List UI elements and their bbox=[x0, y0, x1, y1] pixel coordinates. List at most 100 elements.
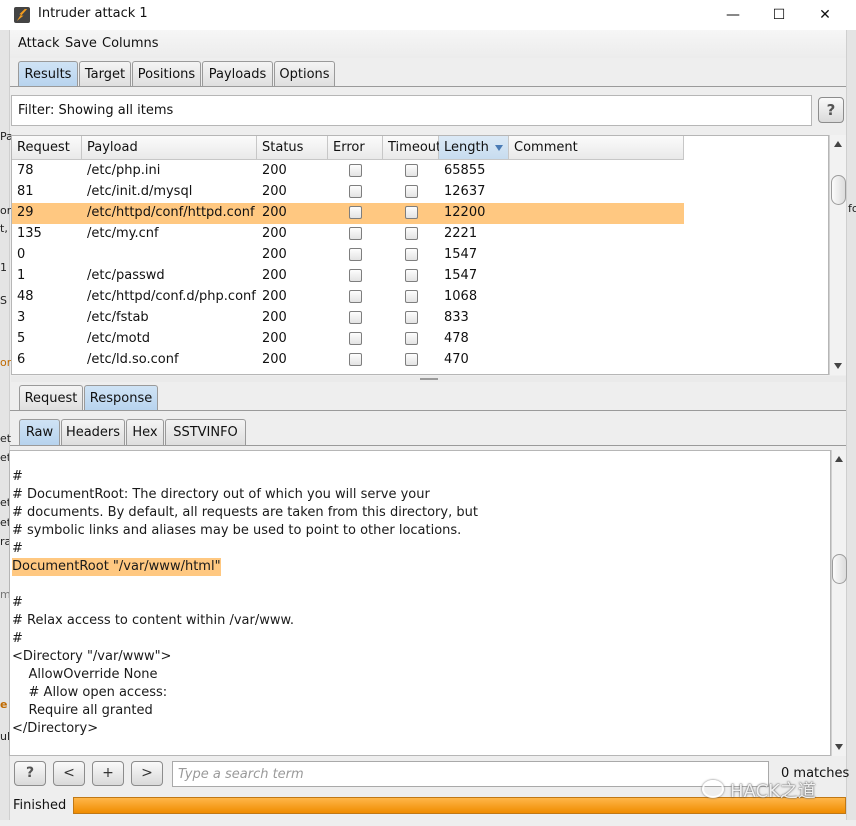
timeout-checkbox bbox=[405, 332, 418, 345]
column-header-request[interactable]: Request bbox=[12, 136, 82, 160]
table-row[interactable]: 48/etc/httpd/conf.d/php.conf 200 1068 bbox=[12, 287, 684, 308]
tab-label: Raw bbox=[25, 425, 54, 440]
scroll-down-icon[interactable] bbox=[834, 363, 842, 369]
cell-status: 200 bbox=[262, 226, 287, 241]
background-text: t, bbox=[0, 222, 8, 235]
column-header-error[interactable]: Error bbox=[328, 136, 383, 160]
title-bar: Intruder attack 1 — ☐ ✕ bbox=[0, 0, 856, 30]
tab-response[interactable]: Response bbox=[84, 385, 158, 411]
search-next-button[interactable]: > bbox=[131, 761, 163, 786]
tab-request[interactable]: Request bbox=[19, 385, 83, 411]
header-label: Timeout bbox=[388, 140, 442, 155]
filter-bar[interactable]: Filter: Showing all items bbox=[11, 95, 812, 126]
filter-text: Filter: Showing all items bbox=[18, 103, 174, 118]
search-previous-button[interactable]: < bbox=[53, 761, 85, 786]
close-button[interactable]: ✕ bbox=[802, 0, 848, 30]
cell-request: 48 bbox=[17, 289, 34, 304]
tab-hex[interactable]: Hex bbox=[126, 419, 164, 445]
error-checkbox bbox=[349, 311, 362, 324]
response-line: # bbox=[12, 595, 23, 610]
menu-save[interactable]: Save bbox=[65, 36, 97, 51]
header-label: Error bbox=[333, 140, 365, 155]
error-checkbox bbox=[349, 185, 362, 198]
scroll-down-icon[interactable] bbox=[835, 744, 843, 750]
cell-length: 833 bbox=[444, 310, 469, 325]
cell-length: 1547 bbox=[444, 268, 478, 283]
tab-label: SSTVINFO bbox=[173, 425, 238, 440]
table-row[interactable]: 5/etc/motd 200 478 bbox=[12, 329, 684, 350]
table-row[interactable]: 78/etc/php.ini 200 65855 bbox=[12, 161, 684, 182]
plus-icon: + bbox=[102, 765, 114, 781]
scroll-up-icon[interactable] bbox=[835, 456, 843, 462]
table-row[interactable]: 0 200 1547 bbox=[12, 245, 684, 266]
cell-status: 200 bbox=[262, 268, 287, 283]
minimize-button[interactable]: — bbox=[710, 0, 756, 30]
scroll-up-icon[interactable] bbox=[834, 141, 842, 147]
search-help-button[interactable]: ? bbox=[14, 761, 46, 786]
table-scrollbar[interactable] bbox=[829, 135, 846, 375]
header-label: Request bbox=[17, 140, 70, 155]
scroll-thumb[interactable] bbox=[831, 175, 846, 205]
tab-label: Options bbox=[279, 67, 330, 82]
close-icon: ✕ bbox=[819, 7, 831, 23]
maximize-icon: ☐ bbox=[772, 7, 786, 23]
table-row[interactable]: 81/etc/init.d/mysql 200 12637 bbox=[12, 182, 684, 203]
editor-scrollbar[interactable] bbox=[831, 450, 847, 756]
cell-request: 135 bbox=[17, 226, 42, 241]
column-header-timeout[interactable]: Timeout bbox=[383, 136, 442, 160]
scroll-thumb[interactable] bbox=[832, 554, 847, 584]
cell-payload: /etc/httpd/conf.d/php.conf bbox=[87, 289, 256, 304]
background-text: 1 bbox=[0, 261, 7, 274]
response-line: # documents. By default, all requests ar… bbox=[12, 505, 478, 520]
column-header-status[interactable]: Status bbox=[257, 136, 328, 160]
tab-results[interactable]: Results bbox=[18, 61, 78, 87]
cell-request: 5 bbox=[17, 331, 26, 346]
table-row[interactable]: 6/etc/ld.so.conf 200 470 bbox=[12, 350, 684, 371]
search-add-button[interactable]: + bbox=[92, 761, 124, 786]
tab-divider bbox=[10, 410, 846, 411]
error-checkbox bbox=[349, 269, 362, 282]
menu-columns[interactable]: Columns bbox=[102, 36, 159, 51]
tab-target[interactable]: Target bbox=[79, 61, 131, 87]
tab-positions[interactable]: Positions bbox=[132, 61, 201, 87]
response-line: DocumentRoot "/var/www/html" bbox=[12, 558, 221, 576]
split-grip-icon[interactable] bbox=[420, 378, 438, 380]
cell-payload: /etc/motd bbox=[87, 331, 150, 346]
table-row[interactable]: 1/etc/passwd 200 1547 bbox=[12, 266, 684, 287]
error-checkbox bbox=[349, 164, 362, 177]
tab-payloads[interactable]: Payloads bbox=[202, 61, 273, 87]
maximize-button[interactable]: ☐ bbox=[756, 0, 802, 30]
menu-attack[interactable]: Attack bbox=[18, 36, 60, 51]
tab-headers[interactable]: Headers bbox=[61, 419, 125, 445]
search-input[interactable] bbox=[172, 761, 769, 787]
header-label: Status bbox=[262, 140, 304, 155]
tab-divider bbox=[10, 445, 846, 446]
table-row[interactable]: 135/etc/my.cnf 200 2221 bbox=[12, 224, 684, 245]
column-header-length[interactable]: Length bbox=[439, 136, 509, 160]
cell-request: 29 bbox=[17, 205, 34, 220]
cell-length: 1068 bbox=[444, 289, 478, 304]
sort-descending-icon bbox=[495, 145, 503, 151]
filter-help-button[interactable]: ? bbox=[818, 97, 844, 123]
status-text: Finished bbox=[13, 798, 67, 813]
timeout-checkbox bbox=[405, 164, 418, 177]
background-text: et bbox=[0, 432, 12, 445]
cell-status: 200 bbox=[262, 247, 287, 262]
timeout-checkbox bbox=[405, 353, 418, 366]
cell-status: 200 bbox=[262, 331, 287, 346]
tab-sstvinfo[interactable]: SSTVINFO bbox=[165, 419, 246, 445]
cell-status: 200 bbox=[262, 310, 287, 325]
background-app-edge-right bbox=[846, 30, 856, 820]
response-raw-editor[interactable]: # # DocumentRoot: The directory out of wh… bbox=[9, 450, 831, 756]
timeout-checkbox bbox=[405, 227, 418, 240]
tab-raw[interactable]: Raw bbox=[19, 419, 60, 445]
timeout-checkbox bbox=[405, 185, 418, 198]
tab-options[interactable]: Options bbox=[274, 61, 335, 87]
table-row[interactable]: 29/etc/httpd/conf/httpd.conf 200 12200 bbox=[12, 203, 684, 224]
help-icon: ? bbox=[25, 765, 35, 781]
cell-length: 65855 bbox=[444, 163, 486, 178]
cell-payload: /etc/init.d/mysql bbox=[87, 184, 193, 199]
table-row[interactable]: 3/etc/fstab 200 833 bbox=[12, 308, 684, 329]
column-header-payload[interactable]: Payload bbox=[82, 136, 257, 160]
column-header-comment[interactable]: Comment bbox=[509, 136, 684, 160]
